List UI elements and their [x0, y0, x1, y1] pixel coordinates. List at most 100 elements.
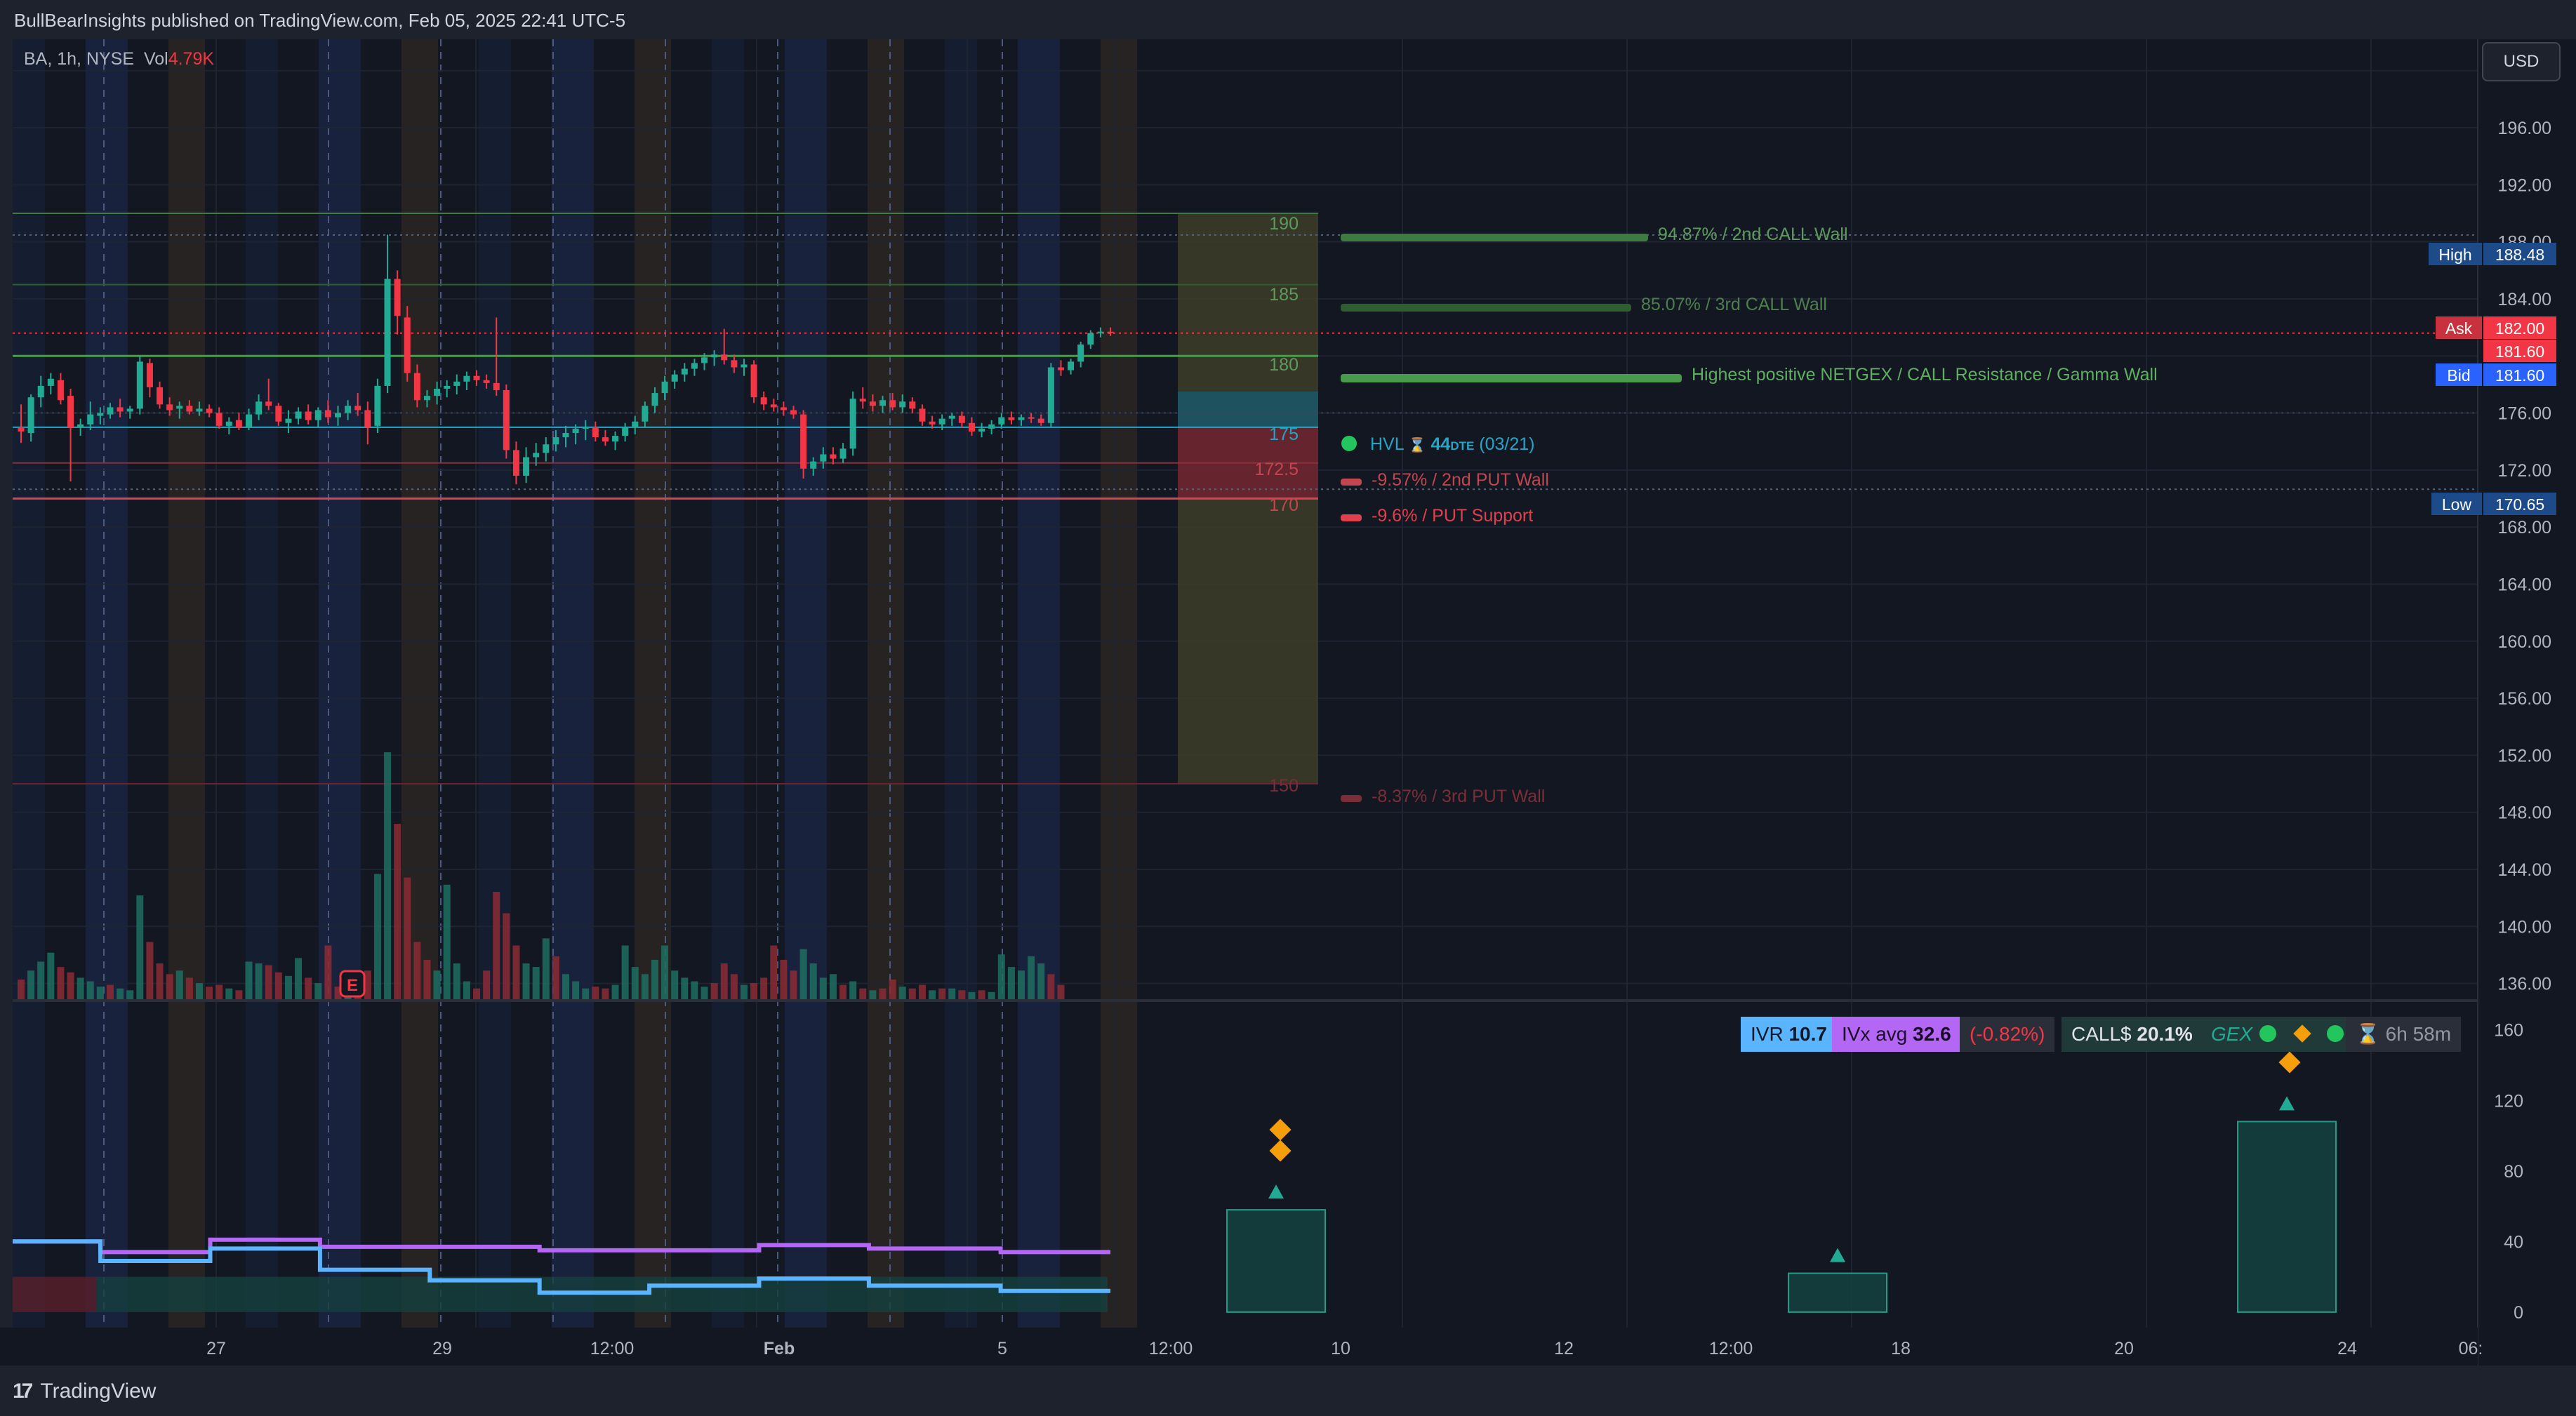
- candle-body: [701, 357, 708, 363]
- candle-body: [364, 410, 371, 427]
- volume-bar: [483, 970, 491, 999]
- candle-body: [235, 420, 242, 427]
- candle-body: [830, 454, 837, 459]
- time-tick-label: 24: [2337, 1339, 2357, 1358]
- candle-body: [800, 414, 807, 469]
- candle-body: [622, 427, 629, 436]
- currency-button[interactable]: USD: [2482, 42, 2561, 81]
- candle-body: [354, 406, 361, 410]
- candle-body: [136, 361, 143, 409]
- candle-body: [57, 380, 64, 401]
- candle-body: [741, 364, 748, 368]
- ask-tag-label: Ask: [2445, 319, 2473, 338]
- candle-body: [859, 399, 866, 402]
- candle-body: [463, 375, 470, 382]
- volume-bar: [869, 990, 877, 999]
- symbol-legend[interactable]: BA, 1h, NYSE Vol4.79K: [24, 49, 214, 69]
- volume-bar: [453, 963, 460, 999]
- session-band: [246, 39, 278, 1364]
- volume-bar: [493, 892, 500, 999]
- low-tag-value: 170.65: [2495, 495, 2544, 514]
- candle-body: [731, 360, 738, 368]
- volume-bar: [819, 977, 827, 999]
- candle-body: [899, 401, 906, 408]
- volume-bar: [948, 988, 956, 999]
- candle-body: [97, 413, 104, 416]
- volume-bar: [166, 974, 173, 999]
- candle-body: [651, 393, 658, 406]
- footer: 17 TradingView: [0, 1365, 2576, 1416]
- strike-label-172-5: 172.5: [1254, 460, 1299, 479]
- volume-bar: [384, 752, 392, 999]
- volume-bar: [433, 970, 441, 999]
- session-band: [552, 39, 594, 1364]
- candle-body: [909, 401, 916, 409]
- publish-header: BullBearInsights published on TradingVie…: [0, 0, 2576, 39]
- ivx-label: IVx avg: [1842, 1023, 1908, 1045]
- volume-bar: [245, 961, 253, 999]
- candle-body: [512, 450, 519, 476]
- price-tick-label: 156.00: [2498, 689, 2551, 709]
- volume-bar: [117, 988, 124, 999]
- gex-orange-diamond-icon: [2293, 1024, 2311, 1043]
- gamma-wall-bar: [1341, 374, 1682, 382]
- volume-bar: [859, 988, 867, 999]
- candle-body: [107, 407, 114, 415]
- volume-bar: [284, 975, 292, 999]
- tradingview-brand[interactable]: 17 TradingView: [13, 1380, 156, 1403]
- candle-body: [523, 457, 530, 476]
- volume-bar: [225, 988, 233, 999]
- candle-body: [602, 437, 609, 442]
- candle-body: [255, 401, 263, 415]
- volume-bar: [195, 983, 203, 999]
- candle-body: [166, 404, 173, 410]
- hvl-text: HVL: [1370, 434, 1405, 454]
- lower-tick-label: 120: [2494, 1091, 2523, 1111]
- candle-body: [929, 421, 936, 425]
- volume-bar: [1007, 967, 1015, 999]
- session-band: [1018, 39, 1060, 1364]
- time-axis-bg: [0, 1328, 2478, 1365]
- volume-bar: [760, 977, 768, 999]
- volume-bar: [295, 958, 303, 999]
- candle-body: [493, 382, 500, 391]
- volume-bar: [562, 974, 569, 999]
- volume-bar: [175, 970, 183, 999]
- volume-bar: [849, 981, 857, 999]
- volume-bar: [770, 945, 778, 999]
- candle-body: [18, 427, 25, 432]
- price-tick-label: 148.00: [2498, 803, 2551, 823]
- hourglass-small-icon: ⌛: [1409, 436, 1426, 453]
- chart-area[interactable]: 190 185 180 175 172.5 170 150 94.87% / 2…: [0, 0, 2576, 1416]
- volume-value: 4.79K: [168, 49, 215, 69]
- price-tick-label: 160.00: [2498, 632, 2551, 652]
- volume-bar: [185, 977, 193, 999]
- candle-body: [780, 407, 787, 410]
- candle-body: [552, 437, 559, 445]
- candle-body: [681, 368, 688, 375]
- price-tick-label: 136.00: [2498, 975, 2551, 994]
- volume-bar: [503, 913, 510, 999]
- volume-bar: [542, 938, 550, 999]
- candle-body: [998, 417, 1005, 425]
- ivr-badge: IVR 10.7: [1741, 1017, 1837, 1052]
- hvl-dte-unit: DTE: [1450, 439, 1474, 453]
- time-tick-label: 12:00: [590, 1339, 635, 1358]
- price-tick-label: 176.00: [2498, 404, 2551, 424]
- candle-body: [721, 354, 728, 361]
- ask-tag-value: 182.00: [2495, 319, 2544, 338]
- session-band: [945, 39, 977, 1364]
- strike-label-175: 175: [1269, 425, 1299, 444]
- candle-body: [820, 454, 827, 462]
- volume-bar: [790, 970, 797, 999]
- candle-body: [770, 404, 777, 408]
- call-wall-3-bar: [1341, 304, 1631, 312]
- publisher-text: BullBearInsights published on TradingVie…: [14, 10, 626, 31]
- high-tag-label: High: [2438, 246, 2471, 264]
- gex-green-dot-icon-2: [2326, 1025, 2344, 1042]
- volume-bar: [37, 961, 45, 999]
- earnings-marker[interactable]: E: [339, 970, 366, 998]
- symbol-info[interactable]: BA, 1h, NYSE: [24, 49, 134, 69]
- candle-body: [176, 406, 183, 409]
- time-axis[interactable]: 27 29 12:00 Feb 5 12:00 10 12 12:00 18 20 24 06:: [0, 1328, 2483, 1365]
